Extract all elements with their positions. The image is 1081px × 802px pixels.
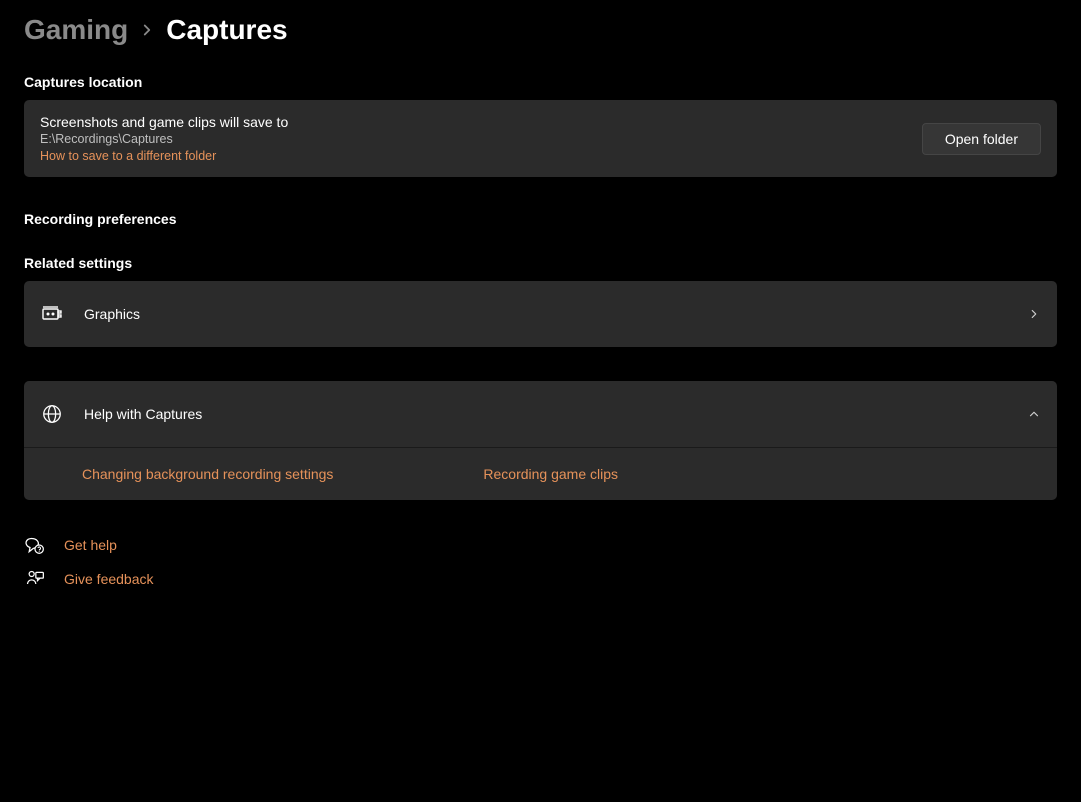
captures-location-heading: Captures location xyxy=(24,74,1057,90)
graphics-label: Graphics xyxy=(84,306,140,322)
help-expander-label: Help with Captures xyxy=(84,406,202,422)
related-settings-heading: Related settings xyxy=(24,255,1057,271)
breadcrumb-current: Captures xyxy=(166,14,287,46)
captures-location-path: E:\Recordings\Captures xyxy=(40,132,288,146)
breadcrumb-parent[interactable]: Gaming xyxy=(24,14,128,46)
give-feedback-link[interactable]: Give feedback xyxy=(24,568,1057,590)
help-icon xyxy=(24,534,46,556)
help-expander-body: Changing background recording settings R… xyxy=(24,447,1057,500)
breadcrumb: Gaming Captures xyxy=(24,14,1057,46)
globe-help-icon xyxy=(40,402,64,426)
help-link-bg-recording[interactable]: Changing background recording settings xyxy=(82,466,333,482)
feedback-icon xyxy=(24,568,46,590)
give-feedback-label: Give feedback xyxy=(64,571,154,587)
help-expander: Help with Captures Changing background r… xyxy=(24,381,1057,500)
captures-location-title: Screenshots and game clips will save to xyxy=(40,114,288,130)
get-help-link[interactable]: Get help xyxy=(24,534,1057,556)
chevron-right-icon xyxy=(138,21,156,39)
help-link-game-clips[interactable]: Recording game clips xyxy=(483,466,618,482)
graphics-row[interactable]: Graphics xyxy=(24,281,1057,347)
open-folder-button[interactable]: Open folder xyxy=(922,123,1041,155)
help-expander-header[interactable]: Help with Captures xyxy=(24,381,1057,447)
chevron-up-icon xyxy=(1027,407,1041,421)
chevron-right-icon xyxy=(1027,307,1041,321)
captures-location-card: Screenshots and game clips will save to … xyxy=(24,100,1057,177)
recording-preferences-heading: Recording preferences xyxy=(24,211,1057,227)
graphics-icon xyxy=(40,302,64,326)
captures-location-help-link[interactable]: How to save to a different folder xyxy=(40,149,288,163)
get-help-label: Get help xyxy=(64,537,117,553)
